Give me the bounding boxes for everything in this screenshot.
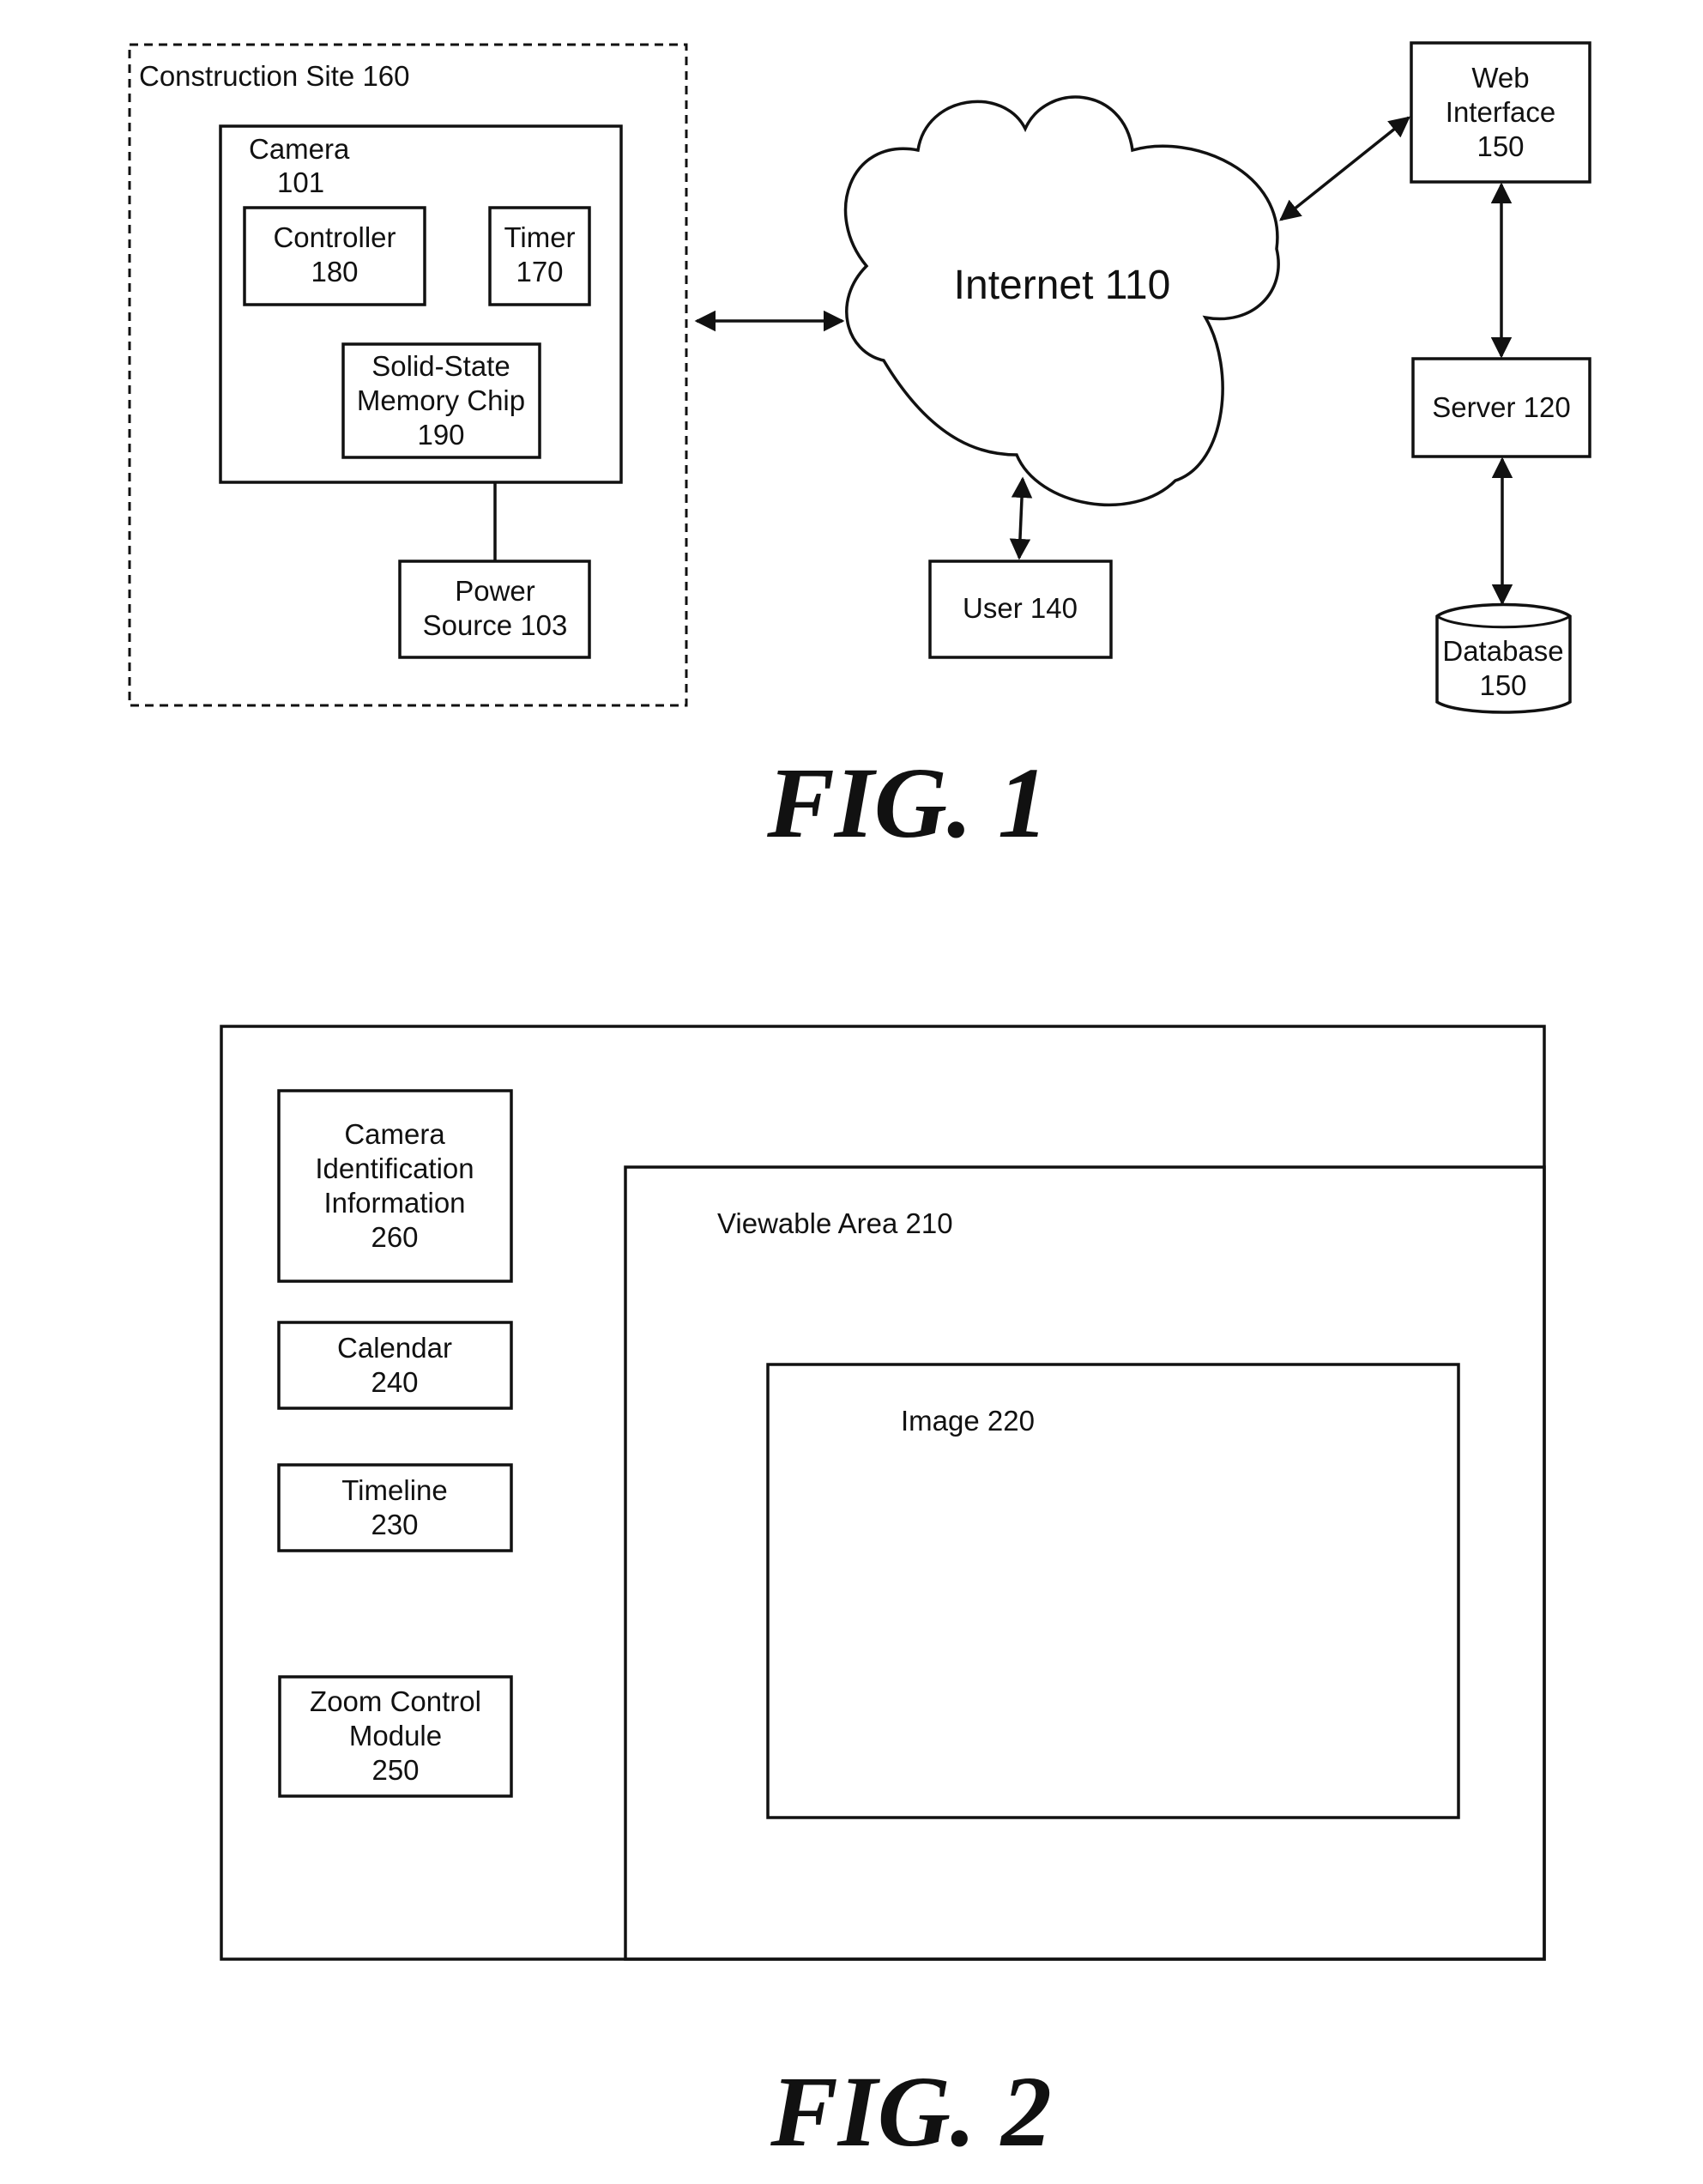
camera-id-label-3: Information (323, 1187, 465, 1219)
calendar-number: 240 (371, 1366, 418, 1398)
web-interface-number: 150 (1477, 130, 1524, 162)
controller-number: 180 (311, 256, 358, 287)
construction-site-label: Construction Site 160 (139, 60, 410, 92)
database-cylinder: Database 150 (1435, 602, 1572, 714)
user-label: User 140 (963, 592, 1078, 624)
camera-id-label-1: Camera (344, 1118, 445, 1150)
patent-figures: Construction Site 160 Camera 101 Control… (128, 41, 1591, 2168)
camera-id-label-2: Identification (315, 1152, 474, 1184)
power-source-label-1: Power (455, 575, 535, 607)
camera-id-number: 260 (371, 1221, 418, 1253)
web-ui-window: Viewable Area 210 Image 220 Camera Ident… (220, 1025, 1546, 1961)
server-label: Server 120 (1432, 391, 1570, 423)
database-number: 150 (1479, 669, 1526, 701)
calendar-label: Calendar (337, 1332, 452, 1364)
memory-chip-label-1: Solid-State (371, 350, 510, 382)
zoom-control-label-2: Module (349, 1720, 442, 1751)
timer-label: Timer (504, 221, 575, 253)
web-interface-label-1: Web (1471, 62, 1529, 94)
power-source-label-2: Source 103 (423, 609, 568, 641)
viewable-area-panel (624, 1165, 1546, 1961)
database-label: Database (1442, 635, 1563, 667)
image-label: Image 220 (901, 1405, 1035, 1437)
fig1-caption: FIG. 1 (766, 747, 1048, 859)
internet-user-arrow (1009, 476, 1033, 560)
internet-cloud-group: Internet 110 (843, 95, 1280, 507)
memory-chip-number: 190 (417, 419, 464, 451)
timeline-label: Timeline (341, 1474, 447, 1506)
memory-chip-label-2: Memory Chip (357, 384, 525, 416)
zoom-control-number: 250 (371, 1754, 419, 1786)
controller-label: Controller (273, 221, 396, 253)
zoom-control-label-1: Zoom Control (310, 1685, 481, 1717)
camera-label: Camera (249, 133, 350, 165)
internet-web-interface-arrow (1279, 116, 1410, 221)
timeline-number: 230 (371, 1509, 418, 1540)
camera-number: 101 (277, 166, 324, 198)
fig2-caption: FIG. 2 (770, 2055, 1052, 2168)
timer-number: 170 (516, 256, 563, 287)
web-interface-label-2: Interface (1446, 96, 1555, 128)
viewable-area-label: Viewable Area 210 (717, 1207, 953, 1239)
image-panel[interactable] (766, 1363, 1460, 1819)
construction-site-group: Construction Site 160 Camera 101 Control… (128, 43, 688, 707)
internet-label: Internet 110 (954, 263, 1171, 308)
